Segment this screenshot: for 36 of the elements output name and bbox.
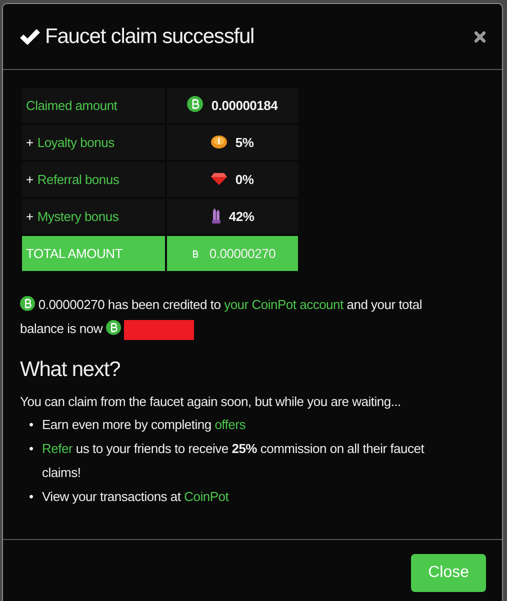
row-value: 0.00000270 (209, 246, 276, 261)
row-value: 0.00000184 (211, 98, 278, 113)
row-label: Loyalty bonus (37, 134, 114, 150)
bitcoin-icon (187, 96, 204, 112)
redacted-bar (124, 320, 194, 340)
bullet-mark: • (28, 488, 34, 506)
gem-icon (211, 172, 228, 185)
list-item: View your transactions at CoinPot (42, 488, 229, 506)
row-value: 0% (235, 172, 254, 187)
text-link[interactable]: offers (214, 417, 246, 432)
bullet-mark: • (28, 416, 34, 434)
coin-icon (211, 134, 228, 149)
list-item: Earn even more by completing offers (42, 416, 246, 434)
text-link[interactable]: CoinPot (184, 489, 229, 504)
modal-title: Faucet claim successful (45, 24, 254, 50)
row-label: Referral bonus (37, 172, 120, 187)
row-label: TOTAL AMOUNT (26, 246, 122, 261)
row-value: 5% (235, 134, 254, 150)
bullet-mark: • (28, 440, 34, 458)
close-icon[interactable] (474, 30, 486, 42)
text-link[interactable]: Refer (42, 441, 73, 456)
credit-message: 0.00000270 has been credited to your CoinPot account and your total balance is now (20, 293, 435, 341)
list-item: Refer us to your friends to receive 25% commission on all their faucet claims! (42, 440, 426, 482)
text-link[interactable]: your CoinPot account (224, 297, 344, 312)
plus-sign: + (26, 134, 34, 150)
checkmark-icon (19, 28, 41, 46)
bitcoin-icon (106, 320, 121, 335)
plus-sign: + (26, 208, 34, 224)
section-heading: What next? (20, 357, 122, 382)
row-label: Mystery bonus (37, 208, 119, 224)
row-label: Claimed amount (26, 98, 118, 113)
intro-text: You can claim from the faucet again soon, but while you are waiting... (20, 393, 402, 412)
bitcoin-icon (20, 296, 35, 311)
plus-sign: + (26, 172, 34, 187)
row-value: 42% (228, 208, 254, 224)
crystal-icon (210, 208, 221, 224)
